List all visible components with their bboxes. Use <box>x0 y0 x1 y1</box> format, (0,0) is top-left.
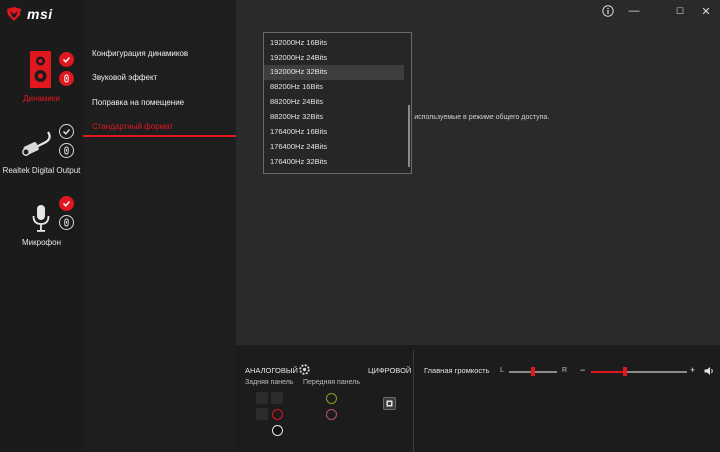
dropdown-option[interactable]: 192000Hz 24Bits <box>264 51 404 66</box>
info-badge[interactable] <box>59 71 74 86</box>
dropdown-option-highlighted[interactable]: 192000Hz 32Bits <box>264 65 404 80</box>
close-icon: ✕ <box>701 5 711 18</box>
settings-nav-panel <box>83 0 236 452</box>
maximize-button[interactable]: ☐ <box>668 2 692 20</box>
front-jack-pink[interactable] <box>325 408 337 420</box>
nav-default-format[interactable]: Стандартный формат <box>92 122 173 131</box>
device-microphone[interactable]: Микрофон <box>0 192 83 252</box>
device-speakers[interactable]: Динамики <box>0 48 83 108</box>
dragon-shield-icon <box>7 7 21 21</box>
nav-sound-effect[interactable]: Звуковой эффект <box>92 73 157 82</box>
rear-jack[interactable] <box>256 392 268 404</box>
digital-label: ЦИФРОВОЙ <box>368 366 412 375</box>
volume-slider-fill[interactable] <box>591 371 625 373</box>
front-jack-green[interactable] <box>325 392 337 404</box>
dropdown-option[interactable]: 88200Hz 32Bits <box>264 110 404 125</box>
active-nav-indicator <box>83 135 236 137</box>
dropdown-option[interactable]: 176400Hz 32Bits <box>264 155 404 170</box>
shared-mode-description: сть, используемые в режиме общего доступ… <box>400 114 550 121</box>
microphone-icon <box>32 205 50 232</box>
rear-jack[interactable] <box>256 408 268 420</box>
logo-text: msi <box>27 6 53 22</box>
optical-port-icon[interactable] <box>383 397 396 410</box>
gear-icon[interactable] <box>299 364 310 375</box>
rear-jack-active[interactable] <box>271 408 283 420</box>
speaker-volume-icon[interactable] <box>704 366 715 376</box>
info-badge[interactable] <box>59 215 74 230</box>
nav-speaker-config[interactable]: Конфигурация динамиков <box>92 49 188 58</box>
title-bar: msi — ☐ ✕ <box>0 0 720 30</box>
device-label: Динамики <box>23 94 60 103</box>
volume-minus-button[interactable]: − <box>580 365 585 375</box>
dropdown-option[interactable]: 176400Hz 16Bits <box>264 125 404 140</box>
info-badge[interactable] <box>59 143 74 158</box>
device-label: Микрофон <box>22 238 61 247</box>
rear-panel-label: Задняя панель <box>245 379 294 386</box>
device-label: Realtek Digital Output <box>2 166 81 175</box>
minimize-icon: — <box>628 5 640 17</box>
balance-slider-thumb[interactable] <box>531 366 535 376</box>
volume-slider-track[interactable] <box>624 371 687 373</box>
dropdown-option[interactable]: 176400Hz 24Bits <box>264 140 404 155</box>
minimize-button[interactable]: — <box>622 2 646 20</box>
speaker-icon <box>30 51 51 88</box>
dropdown-option[interactable]: 192000Hz 16Bits <box>264 36 404 51</box>
check-badge[interactable] <box>59 124 74 139</box>
balance-right-label: R <box>562 367 568 374</box>
check-badge[interactable] <box>59 52 74 67</box>
format-dropdown-list[interactable]: 192000Hz 16Bits 192000Hz 24Bits 192000Hz… <box>263 32 412 174</box>
dropdown-scrollbar[interactable] <box>408 105 410 167</box>
nav-room-correction[interactable]: Поправка на помещение <box>92 98 184 107</box>
analog-label: АНАЛОГОВЫЙ <box>245 366 298 375</box>
volume-plus-button[interactable]: + <box>690 365 695 375</box>
dropdown-option[interactable]: 88200Hz 16Bits <box>264 80 404 95</box>
rear-jack[interactable] <box>271 392 283 404</box>
check-badge[interactable] <box>59 196 74 211</box>
master-volume-label: Главная громкость <box>424 366 490 375</box>
bottom-divider <box>413 350 414 452</box>
dropdown-option[interactable]: 88200Hz 24Bits <box>264 95 404 110</box>
msi-logo: msi <box>6 6 53 22</box>
volume-slider-thumb[interactable] <box>622 366 627 376</box>
device-digital-output[interactable]: Realtek Digital Output <box>0 120 83 180</box>
balance-left-label: L <box>500 367 504 374</box>
jack-and-volume-bar <box>236 345 720 452</box>
rear-jack[interactable] <box>271 424 283 436</box>
info-icon[interactable] <box>596 2 620 20</box>
close-button[interactable]: ✕ <box>694 2 718 20</box>
maximize-icon: ☐ <box>675 5 685 16</box>
front-panel-label: Передняя панель <box>303 379 360 386</box>
optical-cable-icon <box>22 131 51 156</box>
